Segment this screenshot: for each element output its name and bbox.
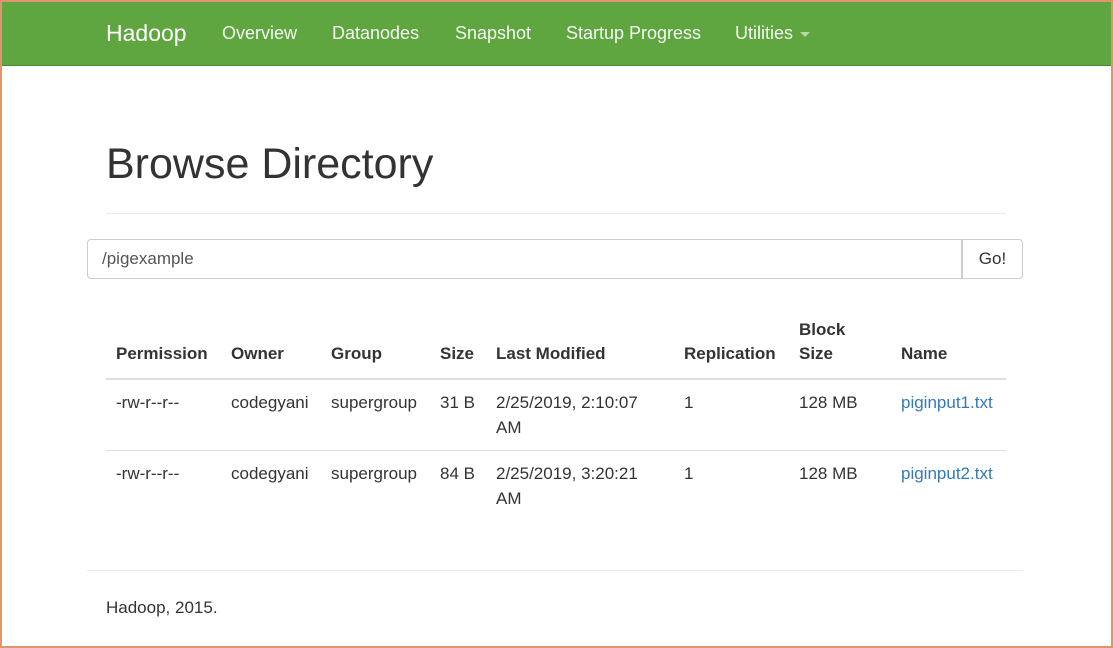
brand-link[interactable]: Hadoop <box>106 20 187 47</box>
cell-last-modified: 2/25/2019, 2:10:07 AM <box>486 379 674 451</box>
cell-size: 31 B <box>430 379 486 451</box>
column-header-replication[interactable]: Replication <box>674 312 789 380</box>
cell-name: piginput1.txt <box>891 379 1006 451</box>
directory-listing-table: Permission Owner Group Size Last Modifie… <box>106 312 1006 521</box>
cell-last-modified: 2/25/2019, 3:20:21 AM <box>496 464 638 508</box>
cell-size: 84 B <box>440 464 475 483</box>
file-link-piginput2[interactable]: piginput2.txt <box>901 464 993 483</box>
go-button[interactable]: Go! <box>962 239 1023 279</box>
column-header-block-size[interactable]: Block Size <box>789 312 891 380</box>
column-header-group[interactable]: Group <box>321 312 430 380</box>
directory-path-input[interactable] <box>87 239 962 279</box>
cell-owner: codegyani <box>221 379 321 451</box>
file-link-piginput1[interactable]: piginput1.txt <box>901 393 993 412</box>
cell-name: piginput2.txt <box>891 451 1006 522</box>
footer-divider <box>87 570 1023 571</box>
cell-group: supergroup <box>321 379 430 451</box>
cell-permission: -rw-r--r-- <box>106 379 221 451</box>
cell-block-size: 128 MB <box>789 379 891 451</box>
column-header-permission[interactable]: Permission <box>106 312 221 380</box>
table-row: -rw-r--r-- codegyani supergroup 84 B 2/2… <box>106 451 1006 522</box>
top-navbar: Hadoop Overview Datanodes Snapshot Start… <box>2 2 1111 66</box>
nav-overview[interactable]: Overview <box>222 23 297 44</box>
title-divider <box>106 213 1006 214</box>
cell-replication: 1 <box>684 464 694 483</box>
nav-startup-progress[interactable]: Startup Progress <box>566 23 701 44</box>
nav-utilities-dropdown[interactable]: Utilities <box>735 23 811 44</box>
page-title: Browse Directory <box>106 140 434 188</box>
cell-permission: -rw-r--r-- <box>116 464 180 483</box>
nav-snapshot[interactable]: Snapshot <box>455 23 531 44</box>
column-header-owner[interactable]: Owner <box>221 312 321 380</box>
nav-utilities-label: Utilities <box>735 23 794 43</box>
column-header-size[interactable]: Size <box>430 312 486 380</box>
footer-text: Hadoop, 2015. <box>106 598 218 617</box>
nav-datanodes[interactable]: Datanodes <box>332 23 419 44</box>
cell-owner: codegyani <box>231 464 309 483</box>
cell-group: supergroup <box>331 464 418 483</box>
cell-replication: 1 <box>674 379 789 451</box>
table-row: -rw-r--r-- codegyani supergroup 31 B 2/2… <box>106 379 1006 451</box>
column-header-name[interactable]: Name <box>891 312 1006 380</box>
column-header-last-modified[interactable]: Last Modified <box>486 312 674 380</box>
cell-block-size: 128 MB <box>799 464 858 483</box>
table-header-row: Permission Owner Group Size Last Modifie… <box>106 312 1006 380</box>
chevron-down-icon <box>800 31 811 37</box>
